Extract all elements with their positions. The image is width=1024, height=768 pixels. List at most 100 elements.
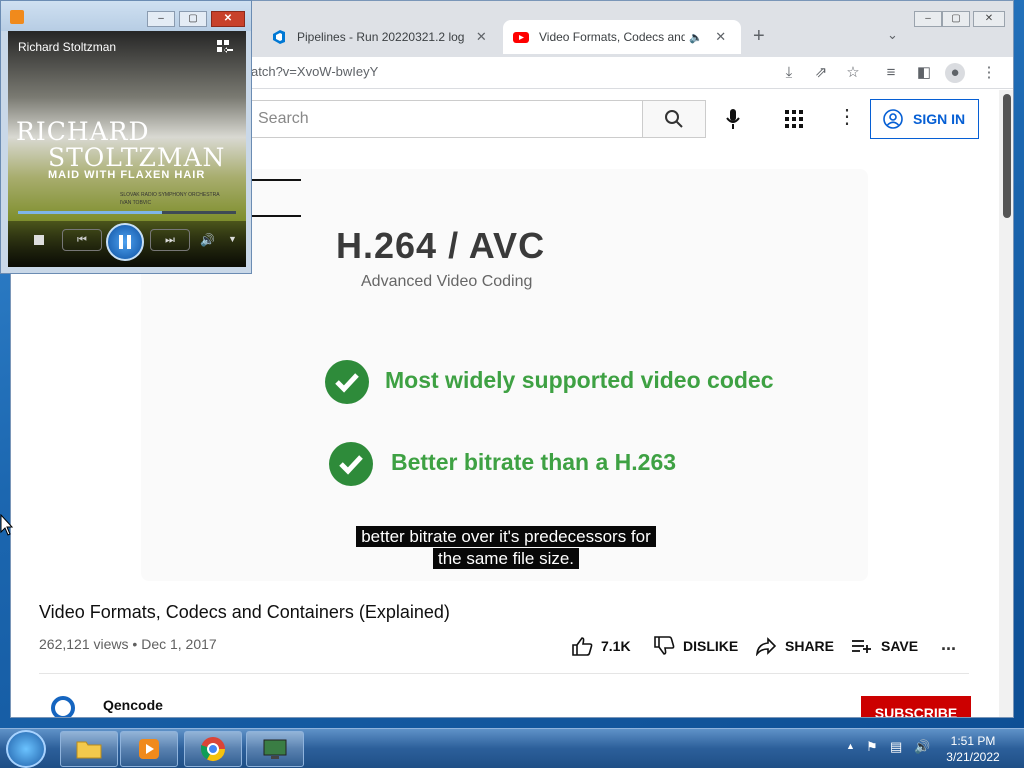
speaker-icon[interactable]: 🔈	[689, 31, 703, 44]
video-slide-bullet: Most widely supported video codec	[385, 367, 774, 393]
close-tab-icon[interactable]: ✕	[474, 29, 489, 45]
microphone-icon	[726, 109, 740, 129]
previous-button[interactable]: ⏮	[62, 229, 102, 251]
share-icon[interactable]: ⇗	[811, 63, 831, 83]
now-playing-artist: Richard Stoltzman	[18, 40, 117, 54]
thumbs-down-icon	[654, 636, 675, 655]
chevron-down-icon[interactable]: ⌄	[887, 27, 898, 43]
clock[interactable]: 1:51 PM 3/21/2022	[938, 733, 1008, 765]
minimize-button[interactable]: –	[914, 11, 942, 27]
video-caption: better bitrate over it's predecessors fo…	[341, 526, 671, 570]
scrollbar-thumb[interactable]	[1003, 94, 1011, 218]
thumbs-up-icon	[572, 637, 593, 656]
like-button[interactable]: 7.1K	[571, 636, 631, 656]
album-fine-print: SLOVAK RADIO SYMPHONY ORCHESTRA	[120, 192, 220, 198]
player-title-bar[interactable]: – ▢ ✕	[1, 1, 251, 31]
taskbar-explorer[interactable]	[60, 731, 118, 767]
media-control-icon[interactable]: ≡	[881, 63, 901, 83]
show-hidden-icons-icon[interactable]: ▲	[846, 741, 855, 751]
kebab-menu-icon[interactable]: ⋮	[979, 63, 999, 83]
album-text: RICHARD	[16, 117, 150, 146]
tab-youtube[interactable]: Video Formats, Codecs and C 🔈 ✕	[503, 20, 741, 54]
bookmark-star-icon[interactable]: ☆	[843, 63, 863, 83]
share-button[interactable]: SHARE	[755, 636, 834, 656]
taskbar-chrome[interactable]	[184, 731, 242, 767]
media-player-window: – ▢ ✕ Richard Stoltzman RICHARD STOLTZMA…	[0, 0, 252, 274]
media-player-icon	[139, 739, 159, 759]
album-text: SLOVAK RADIO SYMPHONY ORCHESTRA IVAN TOB…	[120, 191, 220, 207]
maximize-button[interactable]: ▢	[179, 11, 207, 27]
caption-line: better bitrate over it's predecessors fo…	[356, 526, 656, 547]
url-field[interactable]: atch?v=XvoW-bwIeyY	[251, 64, 378, 79]
taskbar: ▲ ⚑ ▤ 🔊 1:51 PM 3/21/2022	[0, 728, 1024, 768]
save-button[interactable]: SAVE	[851, 636, 918, 656]
taskbar-media-player[interactable]	[120, 731, 178, 767]
playlist-add-icon	[852, 640, 871, 653]
upload-date: Dec 1, 2017	[141, 636, 217, 652]
share-arrow-icon	[755, 637, 777, 656]
start-button[interactable]	[6, 730, 46, 768]
video-meta: 262,121 views • Dec 1, 2017	[39, 636, 217, 652]
search-button[interactable]	[642, 100, 706, 138]
album-text: STOLTZMAN	[48, 143, 226, 172]
stop-button[interactable]	[34, 235, 44, 245]
profile-icon[interactable]: ●	[945, 63, 965, 83]
switch-to-library-icon[interactable]	[216, 39, 234, 55]
dislike-label: DISLIKE	[683, 638, 739, 654]
dislike-button[interactable]: DISLIKE	[653, 636, 738, 656]
network-icon[interactable]: ▤	[890, 739, 902, 755]
save-label: SAVE	[881, 638, 919, 654]
sign-in-label: SIGN IN	[913, 111, 966, 127]
video-title: Video Formats, Codecs and Containers (Ex…	[39, 602, 450, 622]
sign-in-button[interactable]: SIGN IN	[870, 99, 979, 139]
like-count: 7.1K	[601, 638, 631, 654]
new-tab-button[interactable]: +	[753, 25, 765, 48]
azure-devops-icon	[273, 30, 285, 44]
minimize-button[interactable]: –	[147, 11, 175, 27]
subscribe-button[interactable]: SUBSCRIBE	[861, 696, 971, 717]
close-button[interactable]: ✕	[973, 11, 1005, 27]
taskbar-app[interactable]	[246, 731, 304, 767]
install-icon[interactable]: ⤓	[779, 63, 799, 83]
volume-icon[interactable]: 🔊	[200, 233, 215, 247]
youtube-icon	[513, 32, 529, 43]
checkmark-icon	[329, 442, 373, 486]
settings-menu-icon[interactable]: ⋮	[837, 106, 857, 130]
chrome-icon	[201, 737, 225, 762]
side-panel-icon[interactable]: ◧	[914, 63, 934, 83]
voice-search-button[interactable]	[723, 104, 743, 134]
album-art: Richard Stoltzman RICHARD STOLTZMAN MAID…	[8, 31, 246, 267]
close-tab-icon[interactable]: ✕	[713, 29, 729, 45]
action-center-icon[interactable]: ⚑	[866, 739, 878, 755]
apps-grid-icon[interactable]	[783, 108, 805, 130]
chevron-down-icon[interactable]: ▼	[228, 234, 237, 244]
clock-time: 1:51 PM	[950, 734, 996, 748]
player-controls: ⏮ ⏭ 🔊 ▼	[8, 221, 246, 267]
more-actions-icon[interactable]: ...	[941, 634, 956, 655]
album-text: MAID WITH FLAXEN HAIR	[48, 169, 206, 181]
pause-button[interactable]	[106, 223, 144, 261]
monitor-icon	[263, 739, 287, 759]
tab-pipelines[interactable]: Pipelines - Run 20220321.2 logs ✕	[261, 20, 499, 54]
close-button[interactable]: ✕	[211, 11, 245, 27]
maximize-button[interactable]: ▢	[942, 11, 970, 27]
next-button[interactable]: ⏭	[150, 229, 190, 251]
album-fine-print: IVAN TOBVIC	[120, 200, 152, 206]
folder-icon	[76, 741, 102, 759]
seek-bar[interactable]	[18, 211, 236, 214]
search-icon	[665, 110, 683, 128]
volume-icon[interactable]: 🔊	[914, 739, 930, 755]
media-player-icon	[10, 10, 24, 24]
search-input[interactable]: Search	[241, 100, 643, 138]
scrollbar[interactable]	[999, 90, 1013, 717]
system-tray: ▲ ⚑ ▤ 🔊 1:51 PM 3/21/2022	[838, 729, 1024, 768]
share-label: SHARE	[785, 638, 835, 654]
channel-name[interactable]: Qencode	[103, 697, 163, 713]
tab-label: Pipelines - Run 20220321.2 logs	[297, 30, 464, 44]
clock-date: 3/21/2022	[946, 750, 1000, 764]
user-icon	[883, 109, 903, 129]
checkmark-icon	[325, 360, 369, 404]
seek-progress	[18, 211, 162, 214]
video-slide-bullet: Better bitrate than a H.263	[391, 449, 677, 475]
avatar[interactable]	[51, 696, 75, 717]
